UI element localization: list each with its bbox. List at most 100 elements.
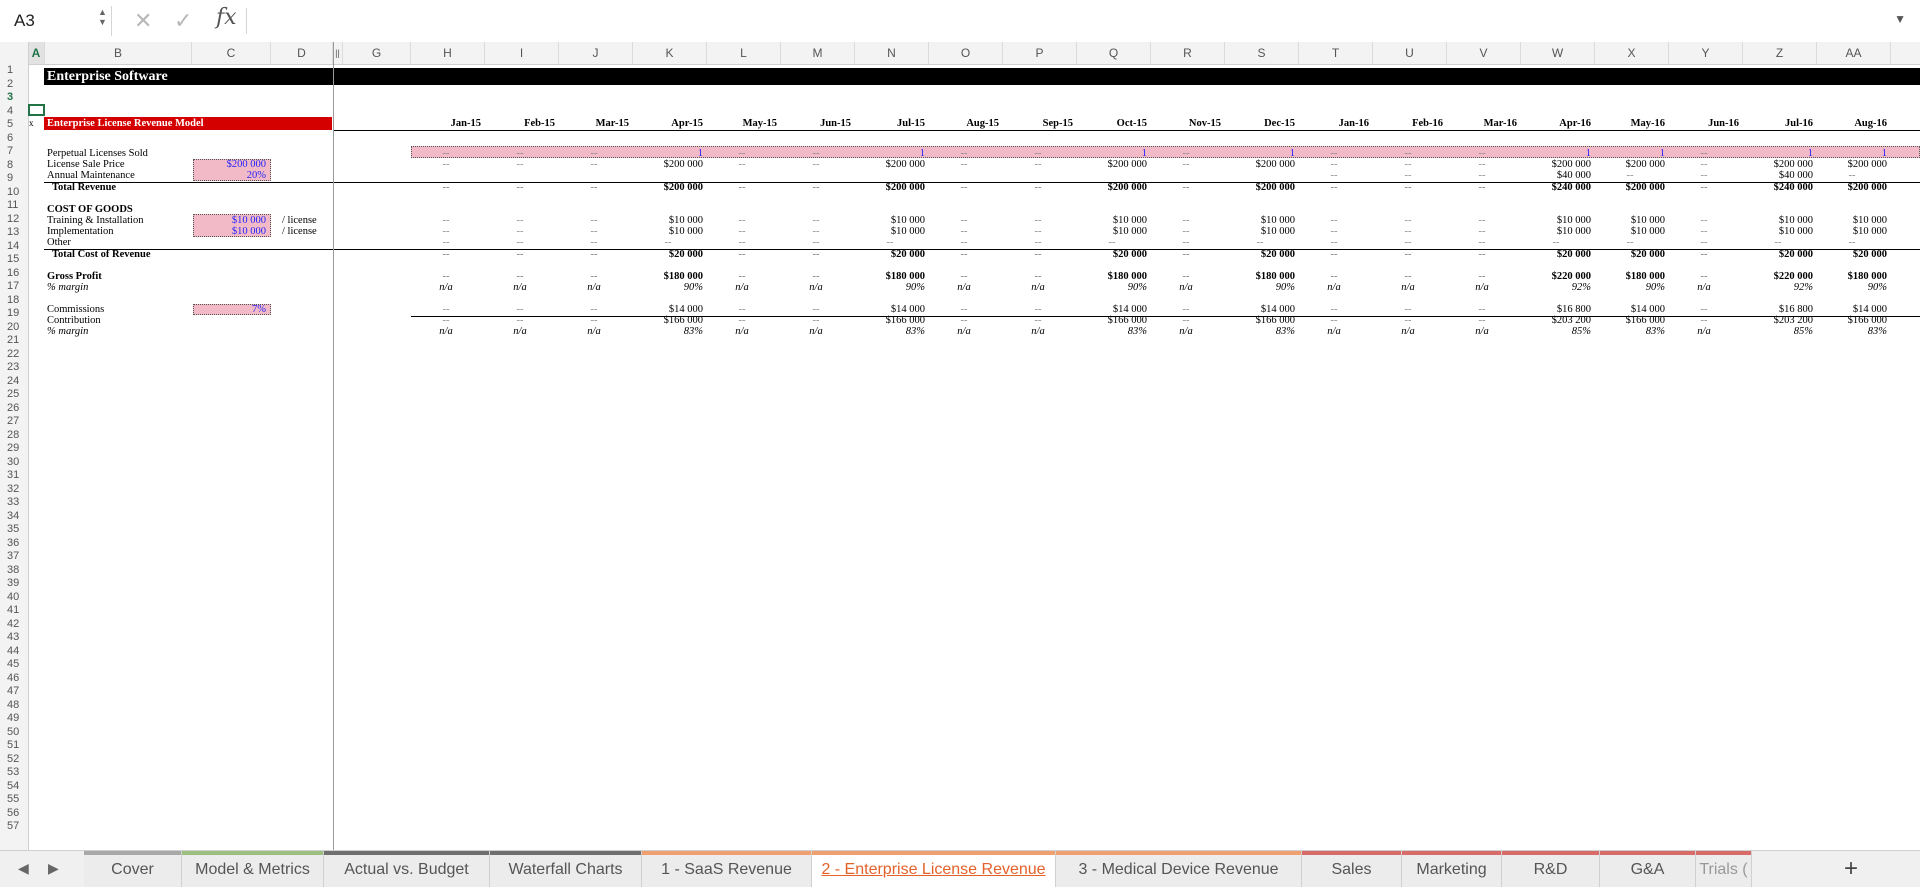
cell-r22-jul-15[interactable]: 83% xyxy=(855,325,925,339)
confirm-icon[interactable]: ✓ xyxy=(174,8,192,34)
cell-r22-feb-16[interactable]: n/a xyxy=(1393,325,1423,339)
cell-r7-feb-15[interactable]: -- xyxy=(505,158,535,172)
sheet-tab-1-saas-revenue[interactable]: 1 - SaaS Revenue xyxy=(642,851,812,887)
cell-r22-aug-15[interactable]: n/a xyxy=(949,325,979,339)
column-header-r[interactable]: R xyxy=(1151,42,1225,64)
cell-r9-jun-16[interactable]: -- xyxy=(1689,181,1719,195)
cell-r18-jan-15[interactable]: n/a xyxy=(431,281,461,295)
cell-r18-jun-16[interactable]: n/a xyxy=(1689,281,1719,295)
row-header-45[interactable]: 45 xyxy=(0,658,29,672)
column-header-m[interactable]: M xyxy=(781,42,855,64)
column-header-v[interactable]: V xyxy=(1447,42,1521,64)
cell-r15-jun-15[interactable]: -- xyxy=(801,248,831,262)
cell-r15-nov-15[interactable]: -- xyxy=(1171,248,1201,262)
cell-r22-jun-16[interactable]: n/a xyxy=(1689,325,1719,339)
row-header-22[interactable]: 22 xyxy=(0,348,29,362)
row-header-56[interactable]: 56 xyxy=(0,807,29,821)
cell-r15-jan-16[interactable]: -- xyxy=(1319,248,1349,262)
row-header-10[interactable]: 10 xyxy=(0,186,29,200)
cell-r22-nov-15[interactable]: n/a xyxy=(1171,325,1201,339)
cell-r18-mar-16[interactable]: n/a xyxy=(1467,281,1497,295)
cell-r22-jan-16[interactable]: n/a xyxy=(1319,325,1349,339)
row-header-14[interactable]: 14 xyxy=(0,240,29,254)
cell-r7-nov-15[interactable]: -- xyxy=(1171,158,1201,172)
column-header-o[interactable]: O xyxy=(929,42,1003,64)
row-header-55[interactable]: 55 xyxy=(0,793,29,807)
cell-r15-jul-15[interactable]: $20 000 xyxy=(855,248,925,262)
cell-r15-jun-16[interactable]: -- xyxy=(1689,248,1719,262)
cell-r15-feb-16[interactable]: -- xyxy=(1393,248,1423,262)
row-header-41[interactable]: 41 xyxy=(0,604,29,618)
cell-r9-jul-15[interactable]: $200 000 xyxy=(855,181,925,195)
cell-r7-oct-15[interactable]: $200 000 xyxy=(1077,158,1147,172)
sheet-tab-cover[interactable]: Cover xyxy=(84,851,182,887)
row-header-49[interactable]: 49 xyxy=(0,712,29,726)
column-header-g[interactable]: G xyxy=(343,42,411,64)
row-header-18[interactable]: 18 xyxy=(0,294,29,308)
cancel-icon[interactable]: ✕ xyxy=(134,8,152,34)
cell-r22-dec-15[interactable]: 83% xyxy=(1225,325,1295,339)
cell-r18-sep-15[interactable]: n/a xyxy=(1023,281,1053,295)
column-header-k[interactable]: K xyxy=(633,42,707,64)
cell-r9-mar-16[interactable]: -- xyxy=(1467,181,1497,195)
column-header-h[interactable]: H xyxy=(411,42,485,64)
row-header-35[interactable]: 35 xyxy=(0,523,29,537)
cell-r15-aug-15[interactable]: -- xyxy=(949,248,979,262)
cell-r15-mar-16[interactable]: -- xyxy=(1467,248,1497,262)
row-header-19[interactable]: 19 xyxy=(0,307,29,321)
cell-r18-feb-16[interactable]: n/a xyxy=(1393,281,1423,295)
cell-r9-apr-16[interactable]: $240 000 xyxy=(1521,181,1591,195)
cell-r22-apr-16[interactable]: 85% xyxy=(1521,325,1591,339)
row-header-43[interactable]: 43 xyxy=(0,631,29,645)
column-header-s[interactable]: S xyxy=(1225,42,1299,64)
column-header-q[interactable]: Q xyxy=(1077,42,1151,64)
cell-r22-may-15[interactable]: n/a xyxy=(727,325,757,339)
cell-r9-feb-15[interactable]: -- xyxy=(505,181,535,195)
row-header-57[interactable]: 57 xyxy=(0,820,29,834)
cell-r18-feb-15[interactable]: n/a xyxy=(505,281,535,295)
cell-r22-mar-15[interactable]: n/a xyxy=(579,325,609,339)
row-header-53[interactable]: 53 xyxy=(0,766,29,780)
cell-r18-dec-15[interactable]: 90% xyxy=(1225,281,1295,295)
row-header-17[interactable]: 17 xyxy=(0,280,29,294)
cell-r15-jul-16[interactable]: $20 000 xyxy=(1743,248,1813,262)
cell-r15-may-15[interactable]: -- xyxy=(727,248,757,262)
row-header-3[interactable]: 3 xyxy=(0,91,29,105)
sheet-tab-marketing[interactable]: Marketing xyxy=(1402,851,1502,887)
cell-r15-apr-15[interactable]: $20 000 xyxy=(633,248,703,262)
prev-sheet-icon[interactable]: ◀ xyxy=(18,860,29,877)
cell-r22-jun-15[interactable]: n/a xyxy=(801,325,831,339)
cell-r18-jan-16[interactable]: n/a xyxy=(1319,281,1349,295)
cell-r18-aug-15[interactable]: n/a xyxy=(949,281,979,295)
column-header-p[interactable]: P xyxy=(1003,42,1077,64)
sheet-tab-r-d[interactable]: R&D xyxy=(1502,851,1600,887)
cell-r9-jan-15[interactable]: -- xyxy=(431,181,461,195)
cell-r9-jun-15[interactable]: -- xyxy=(801,181,831,195)
row-header-12[interactable]: 12 xyxy=(0,213,29,227)
cell-r18-apr-15[interactable]: 90% xyxy=(633,281,703,295)
column-header-d[interactable]: D xyxy=(271,42,333,64)
cell-r15-may-16[interactable]: $20 000 xyxy=(1595,248,1665,262)
column-header-w[interactable]: W xyxy=(1521,42,1595,64)
formula-input[interactable] xyxy=(256,8,1856,34)
function-icon[interactable]: fx xyxy=(216,5,237,30)
cell-r22-may-16[interactable]: 83% xyxy=(1595,325,1665,339)
row-header-44[interactable]: 44 xyxy=(0,645,29,659)
sheet-tab-actual-vs-budget[interactable]: Actual vs. Budget xyxy=(324,851,490,887)
row-header-29[interactable]: 29 xyxy=(0,442,29,456)
cell-r7-dec-15[interactable]: $200 000 xyxy=(1225,158,1295,172)
cell-r22-mar-16[interactable]: n/a xyxy=(1467,325,1497,339)
sheet-tab-sales[interactable]: Sales xyxy=(1302,851,1402,887)
column-header-z[interactable]: Z xyxy=(1743,42,1817,64)
column-header-i[interactable]: I xyxy=(485,42,559,64)
select-all-corner[interactable] xyxy=(0,42,29,64)
cell-r7-jun-15[interactable]: -- xyxy=(801,158,831,172)
row-header-24[interactable]: 24 xyxy=(0,375,29,389)
sheet-tab-g-a[interactable]: G&A xyxy=(1600,851,1696,887)
row-header-50[interactable]: 50 xyxy=(0,726,29,740)
cell-r18-oct-15[interactable]: 90% xyxy=(1077,281,1147,295)
sheet-tab-2-enterprise-license-revenue[interactable]: 2 - Enterprise License Revenue xyxy=(812,851,1056,887)
cell-r22-feb-15[interactable]: n/a xyxy=(505,325,535,339)
cell-r22-oct-15[interactable]: 83% xyxy=(1077,325,1147,339)
cell-r15-jan-15[interactable]: -- xyxy=(431,248,461,262)
